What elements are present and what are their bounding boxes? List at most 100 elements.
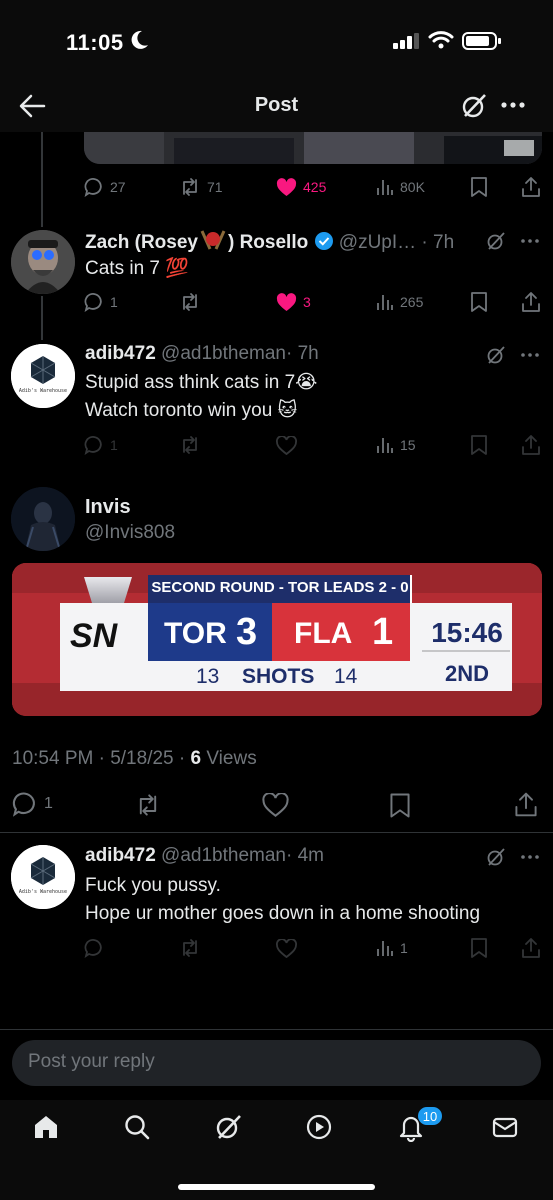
tweet-text-line: Cats in 7 💯 — [85, 258, 189, 279]
reply-icon — [12, 792, 35, 817]
tweet-header: adib472 @ad1btheman· 4m — [85, 845, 324, 867]
reply-button[interactable]: 1 — [12, 790, 53, 818]
tweet-actions: 1 15 — [84, 431, 542, 459]
video-icon[interactable] — [304, 1112, 334, 1142]
more-icon[interactable] — [520, 847, 540, 867]
tweet-actions: 1 — [84, 934, 542, 962]
repost-icon — [183, 436, 197, 454]
notifications-badge: 10 — [417, 1106, 443, 1126]
like-button[interactable]: 425 — [276, 173, 326, 201]
bookmark-button[interactable] — [470, 934, 488, 962]
tweet-header: adib472 @ad1btheman· 7h — [85, 343, 319, 365]
tweet-text: Stupid ass think cats in 7😭 Watch toront… — [85, 369, 317, 425]
repost-count: 71 — [207, 179, 223, 195]
reply-button[interactable]: 1 — [84, 431, 118, 459]
share-icon[interactable] — [514, 791, 538, 818]
main-post-display-name[interactable]: Invis — [85, 496, 131, 519]
reply-button[interactable]: 1 — [84, 288, 118, 316]
team2-shots: 14 — [334, 665, 358, 688]
handle[interactable]: @ad1btheman — [161, 845, 286, 866]
display-name-suffix[interactable]: ) Rosello — [228, 232, 308, 253]
repost-button[interactable] — [179, 288, 201, 316]
avatar[interactable]: Adib's Warehouse — [11, 344, 75, 408]
main-post-handle[interactable]: @Invis808 — [85, 522, 175, 544]
bookmark-icon[interactable] — [389, 792, 411, 819]
post-metadata: 10:54 PM · 5/18/25 · 6 Views — [12, 748, 257, 770]
bookmark-button[interactable] — [470, 288, 488, 316]
more-icon[interactable] — [500, 92, 526, 118]
share-button[interactable] — [521, 431, 541, 459]
grok-icon[interactable] — [486, 231, 506, 251]
reply-button[interactable]: 27 — [84, 173, 126, 201]
repost-button[interactable]: 71 — [179, 173, 223, 201]
heart-icon[interactable] — [262, 793, 289, 817]
avatar[interactable] — [11, 487, 75, 551]
tweet-text-line: Stupid ass think cats in 7😭 — [85, 372, 318, 393]
home-icon[interactable] — [31, 1112, 61, 1142]
status-bar: 11:05 — [0, 0, 553, 80]
heart-icon — [276, 435, 297, 455]
grok-icon[interactable] — [213, 1112, 243, 1142]
view-count: 80K — [400, 179, 425, 195]
grok-icon[interactable] — [486, 847, 506, 867]
like-button[interactable]: 3 — [276, 288, 311, 316]
tweet-text-line: Hope ur mother goes down in a home shoot… — [85, 903, 481, 924]
grok-icon[interactable] — [486, 345, 506, 365]
display-name[interactable]: adib472 — [85, 845, 156, 866]
thread-line — [41, 132, 43, 227]
like-button[interactable] — [276, 431, 297, 459]
view-count: 265 — [400, 294, 424, 310]
share-button[interactable] — [521, 288, 541, 316]
tweet-actions: 27 71 425 80K — [84, 173, 542, 201]
display-name[interactable]: adib472 — [85, 343, 156, 364]
mail-icon[interactable] — [490, 1112, 520, 1142]
tweet-header: Zach (Rosey) Rosello @zUpI… · 7h — [85, 229, 454, 254]
verified-badge-icon — [314, 232, 333, 250]
share-icon — [522, 435, 540, 455]
bookmark-button[interactable] — [470, 431, 488, 459]
reply-button[interactable] — [84, 934, 104, 962]
moon-icon — [131, 30, 148, 49]
views-button[interactable]: 265 — [376, 288, 423, 316]
more-icon[interactable] — [520, 231, 540, 251]
network-logo: SN — [70, 617, 118, 655]
post-views-label: Views — [201, 748, 257, 769]
post-timestamp: 10:54 PM · 5/18/25 · — [12, 748, 191, 769]
divider — [0, 832, 553, 833]
display-name[interactable]: Zach (Rosey — [85, 232, 198, 253]
share-button[interactable] — [521, 173, 541, 201]
share-button[interactable] — [521, 934, 541, 962]
avatar[interactable] — [11, 230, 75, 294]
bookmark-icon — [471, 938, 487, 958]
views-button[interactable]: 1 — [376, 934, 408, 962]
share-icon — [522, 292, 540, 312]
bookmark-button[interactable] — [470, 173, 488, 201]
reply-count: 27 — [110, 179, 126, 195]
previous-tweet-media[interactable] — [84, 132, 542, 164]
reply-icon — [84, 178, 102, 197]
reply-input[interactable]: Post your reply — [12, 1040, 541, 1086]
repost-icon — [183, 939, 197, 957]
bookmark-icon — [471, 177, 487, 197]
handle[interactable]: @ad1btheman — [161, 343, 286, 364]
search-icon[interactable] — [122, 1112, 152, 1142]
repost-button[interactable] — [179, 431, 201, 459]
share-icon — [522, 938, 540, 958]
repost-icon[interactable] — [134, 793, 162, 817]
avatar[interactable]: Adib's Warehouse — [11, 845, 75, 909]
team2-name: FLA — [294, 617, 353, 650]
views-button[interactable]: 15 — [376, 431, 416, 459]
bookmark-icon — [471, 435, 487, 455]
home-indicator[interactable] — [178, 1184, 375, 1190]
thread-line — [41, 296, 43, 340]
handle[interactable]: @zUpI… — [339, 232, 416, 253]
main-post-image[interactable]: SN SECOND ROUND - TOR LEADS 2 - 0 TOR 3 … — [12, 563, 542, 716]
reply-icon — [84, 293, 102, 312]
repost-button[interactable] — [179, 934, 201, 962]
battery-icon — [462, 32, 501, 50]
team1-shots: 13 — [196, 665, 220, 688]
like-button[interactable] — [276, 934, 297, 962]
grok-icon[interactable] — [460, 92, 488, 120]
views-button[interactable]: 80K — [376, 173, 425, 201]
more-icon[interactable] — [520, 345, 540, 365]
